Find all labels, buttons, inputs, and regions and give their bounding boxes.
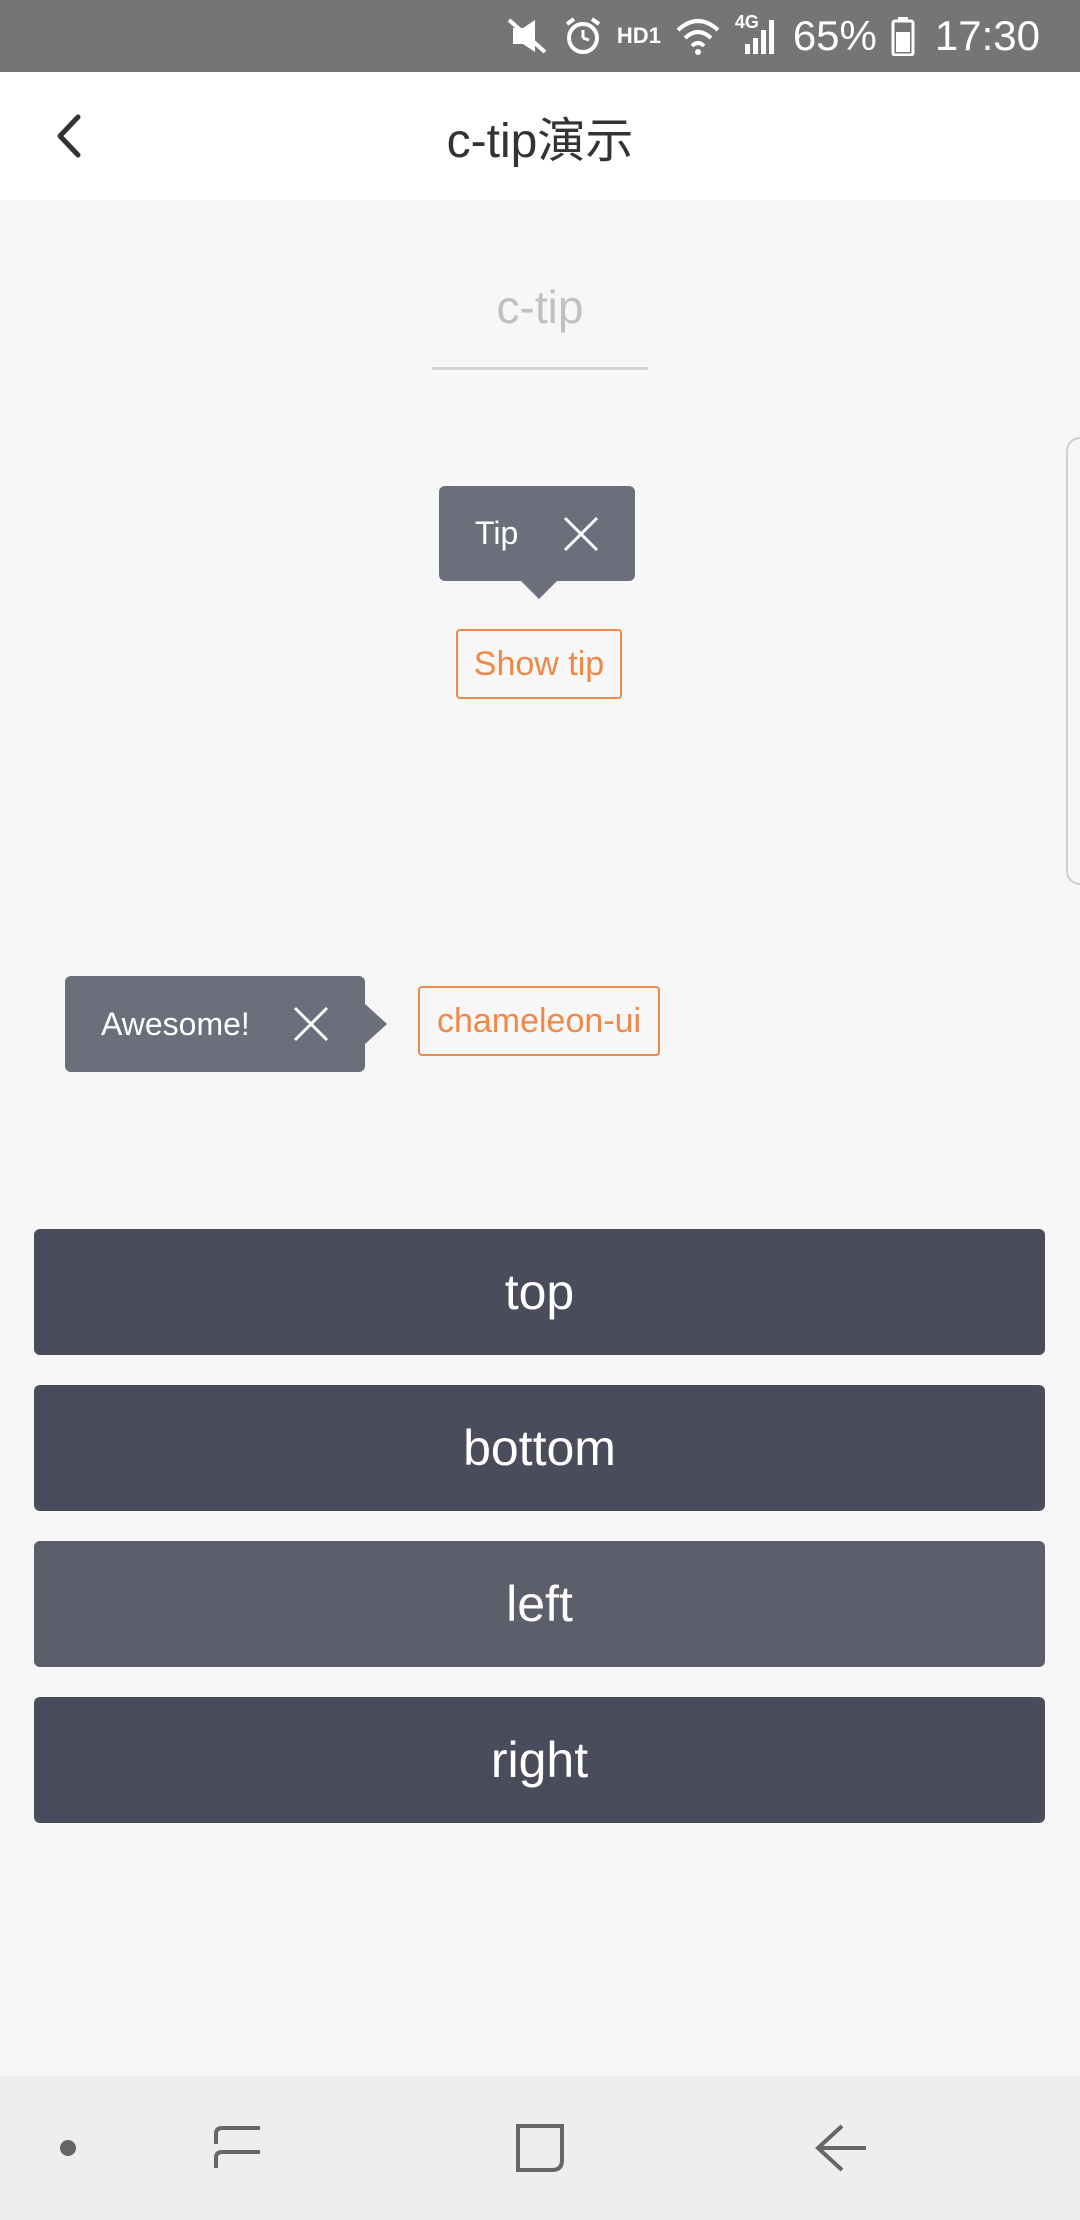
tip-arrow [519,579,559,599]
left-button[interactable]: left [34,1541,1045,1667]
back-arrow-icon [815,2124,866,2172]
tip-left: Awesome! [65,976,387,1072]
battery-icon [891,16,915,56]
tip-top: Tip [439,486,635,599]
mute-vibrate-icon [505,16,549,56]
bottom-button[interactable]: bottom [34,1385,1045,1511]
right-button[interactable]: right [34,1697,1045,1823]
hd-icon: HD1 [616,23,661,48]
home-button[interactable] [500,2076,580,2220]
battery-percent: 65% [792,12,877,59]
network-type-label: 4G [734,12,759,32]
section-heading: c-tip [496,281,584,333]
close-icon [563,516,599,551]
tip-arrow [365,1004,387,1044]
show-tip-button[interactable]: Show tip [456,629,622,699]
system-back-button[interactable] [800,2076,884,2220]
page-title: c-tip演示 [446,115,634,168]
recent-apps-icon [214,2126,260,2168]
top-button[interactable]: top [34,1229,1045,1355]
home-icon [516,2124,564,2172]
recent-apps-button[interactable] [200,2076,276,2220]
tip-close-button[interactable] [291,1004,331,1044]
alarm-icon [563,16,603,56]
nav-dot-button[interactable] [40,2076,96,2220]
wifi-icon [675,16,721,56]
tip-text: Tip [475,515,519,551]
status-bar: HD1 4G 65% 17:30 [0,0,1080,72]
close-icon [293,1006,329,1042]
edge-panel-handle[interactable] [1066,437,1080,885]
signal-4g-icon: 4G [735,12,779,56]
system-navigation-bar [0,2076,1080,2220]
tip-close-button[interactable] [561,514,601,554]
header: c-tip演示 [0,72,1080,200]
dot-icon [60,2140,76,2156]
chameleon-ui-button[interactable]: chameleon-ui [418,986,660,1056]
clock: 17:30 [934,12,1040,59]
heading-underline [432,367,648,370]
tip-text: Awesome! [101,1005,250,1042]
